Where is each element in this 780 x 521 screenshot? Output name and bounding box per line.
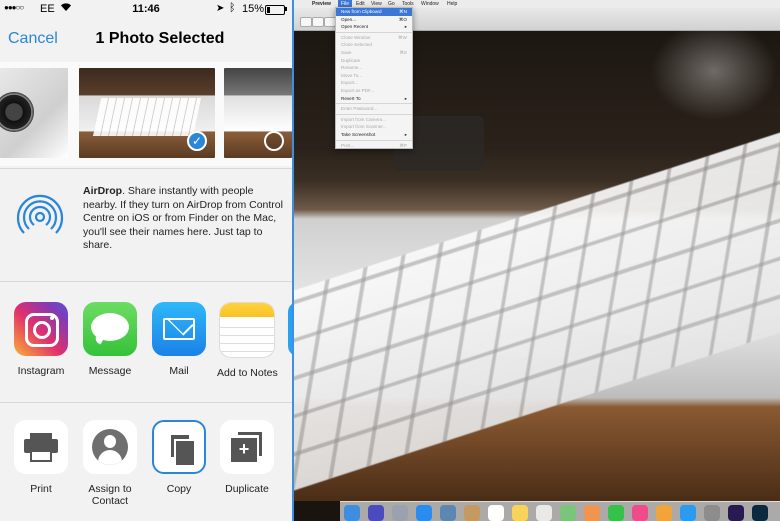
menu-item-open[interactable]: Open... ⌘O: [336, 16, 412, 24]
notes-icon: [219, 302, 275, 358]
app-store-icon[interactable]: [680, 505, 696, 521]
contacts-icon[interactable]: [464, 505, 480, 521]
mac-preview-window: Preview File Edit View Go Tools Window H…: [294, 0, 780, 521]
airdrop-description: AirDrop. Share instantly with people nea…: [83, 185, 283, 251]
battery-percent: 15%: [242, 3, 265, 15]
menu-window[interactable]: Window: [421, 0, 439, 8]
action-assign-to-contact[interactable]: Assign to Contact: [80, 420, 140, 507]
zoom-button[interactable]: [312, 17, 324, 27]
menu-item-move-to[interactable]: Move To...: [336, 72, 412, 80]
selected-checkmark-icon[interactable]: ✓: [187, 131, 207, 151]
calendar-icon[interactable]: [488, 505, 504, 521]
audition-icon[interactable]: [752, 505, 768, 521]
page-title: 1 Photo Selected: [95, 30, 225, 47]
action-copy[interactable]: Copy: [149, 420, 209, 495]
menu-app-preview[interactable]: Preview: [312, 0, 331, 8]
menu-item-export[interactable]: Export...: [336, 79, 412, 87]
share-apps-row: Instagram Message Mail Add to Notes: [0, 282, 292, 403]
battery-icon: [265, 5, 285, 15]
menu-item-close-window[interactable]: Close Window ⌘W: [336, 34, 412, 42]
mail-dock-icon[interactable]: [440, 505, 456, 521]
maps-icon[interactable]: [560, 505, 576, 521]
launchpad-icon[interactable]: [392, 505, 408, 521]
airdrop-section: AirDrop. Share instantly with people nea…: [0, 168, 292, 282]
photo-strip[interactable]: [0, 62, 292, 166]
printer-icon: [14, 420, 68, 474]
menu-help[interactable]: Help: [447, 0, 457, 8]
share-app-notes[interactable]: Add to Notes: [217, 302, 278, 379]
airdrop-title: AirDrop: [83, 185, 123, 197]
menu-item-print[interactable]: Print... ⌘P: [336, 142, 412, 150]
ios-share-sheet: ●●●○○ EE 11:46 ➤ ᛒ 15% Cancel 1 Photo Se…: [0, 0, 292, 521]
duplicate-icon: +: [220, 420, 274, 474]
copy-icon: [152, 420, 206, 474]
notes-dock-icon[interactable]: [512, 505, 528, 521]
cancel-button[interactable]: Cancel: [8, 30, 58, 48]
reminders-icon[interactable]: [536, 505, 552, 521]
submenu-arrow-icon: ▸: [404, 131, 407, 137]
finder-icon[interactable]: [344, 505, 360, 521]
menu-item-save[interactable]: Save ⌘S: [336, 49, 412, 57]
contact-icon: [83, 420, 137, 474]
menu-item-revert-to[interactable]: Revert To ▸: [336, 95, 412, 103]
messages-icon: [83, 302, 137, 356]
file-menu-dropdown: New from Clipboard ⌘N Open... ⌘O Open Rece…: [335, 7, 413, 149]
menu-item-open-recent[interactable]: Open Recent ▸: [336, 23, 412, 31]
menu-item-rename[interactable]: Rename...: [336, 64, 412, 72]
airdrop-icon: [14, 189, 66, 246]
menu-item-take-screenshot[interactable]: Take Screenshot ▸: [336, 131, 412, 139]
action-print[interactable]: Print: [11, 420, 71, 495]
menu-item-export-pdf[interactable]: Export as PDF...: [336, 87, 412, 95]
action-duplicate[interactable]: + Duplicate: [217, 420, 277, 495]
nav-bar: Cancel 1 Photo Selected: [0, 20, 292, 58]
share-app-instagram[interactable]: Instagram: [11, 302, 71, 377]
submenu-arrow-icon: ▸: [404, 95, 407, 101]
photo-thumbnail[interactable]: [0, 68, 68, 158]
after-effects-icon[interactable]: [728, 505, 744, 521]
ibooks-icon[interactable]: [656, 505, 672, 521]
itunes-icon[interactable]: [632, 505, 648, 521]
system-preferences-icon[interactable]: [704, 505, 720, 521]
menu-item-new-from-clipboard[interactable]: New from Clipboard ⌘N: [336, 8, 412, 16]
siri-icon[interactable]: [368, 505, 384, 521]
unselected-circle-icon[interactable]: [264, 131, 284, 151]
sidebar-toggle-button[interactable]: [300, 17, 312, 27]
menu-item-enter-password[interactable]: Enter Password...: [336, 105, 412, 113]
menu-item-import-camera[interactable]: Import from Camera...: [336, 116, 412, 124]
share-app-mail[interactable]: Mail: [149, 302, 209, 377]
instagram-icon: [14, 302, 68, 356]
safari-icon[interactable]: [416, 505, 432, 521]
menu-item-close-selected[interactable]: Close Selected: [336, 41, 412, 49]
mail-icon: [152, 302, 206, 356]
status-bar: ●●●○○ EE 11:46 ➤ ᛒ 15%: [0, 0, 292, 20]
share-app-message[interactable]: Message: [80, 302, 140, 377]
menu-item-duplicate[interactable]: Duplicate: [336, 57, 412, 65]
dock: [340, 501, 780, 521]
location-icon: ➤: [216, 3, 225, 14]
share-actions-row: Print Assign to Contact Copy + Duplicate: [0, 404, 292, 521]
bluetooth-icon: ᛒ: [229, 2, 236, 14]
facetime-icon[interactable]: [608, 505, 624, 521]
menu-item-import-scanner[interactable]: Import from Scanner...: [336, 123, 412, 131]
photos-icon[interactable]: [584, 505, 600, 521]
submenu-arrow-icon: ▸: [404, 24, 407, 30]
